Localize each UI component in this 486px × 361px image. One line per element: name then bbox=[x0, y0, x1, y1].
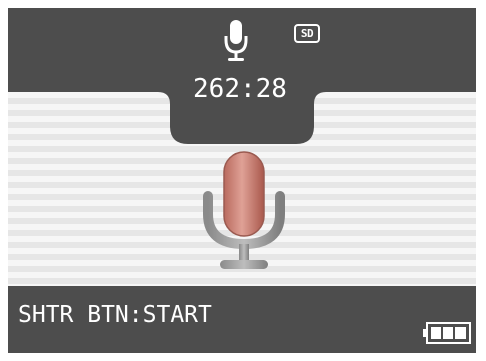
screen-frame: SD 262:28 SHTR BTN:START bbox=[8, 8, 476, 353]
sd-card-badge: SD bbox=[294, 24, 320, 43]
microphone-icon bbox=[203, 151, 285, 269]
remaining-recording-time: 262:28 bbox=[193, 74, 287, 104]
battery-full-icon bbox=[423, 322, 471, 344]
shutter-start-hint: SHTR BTN:START bbox=[18, 302, 212, 328]
bottom-info-bar: SHTR BTN:START bbox=[8, 286, 476, 353]
camera-lcd-screen: SD 262:28 SHTR BTN:START bbox=[0, 0, 486, 361]
microphone-mode-icon bbox=[224, 20, 248, 61]
